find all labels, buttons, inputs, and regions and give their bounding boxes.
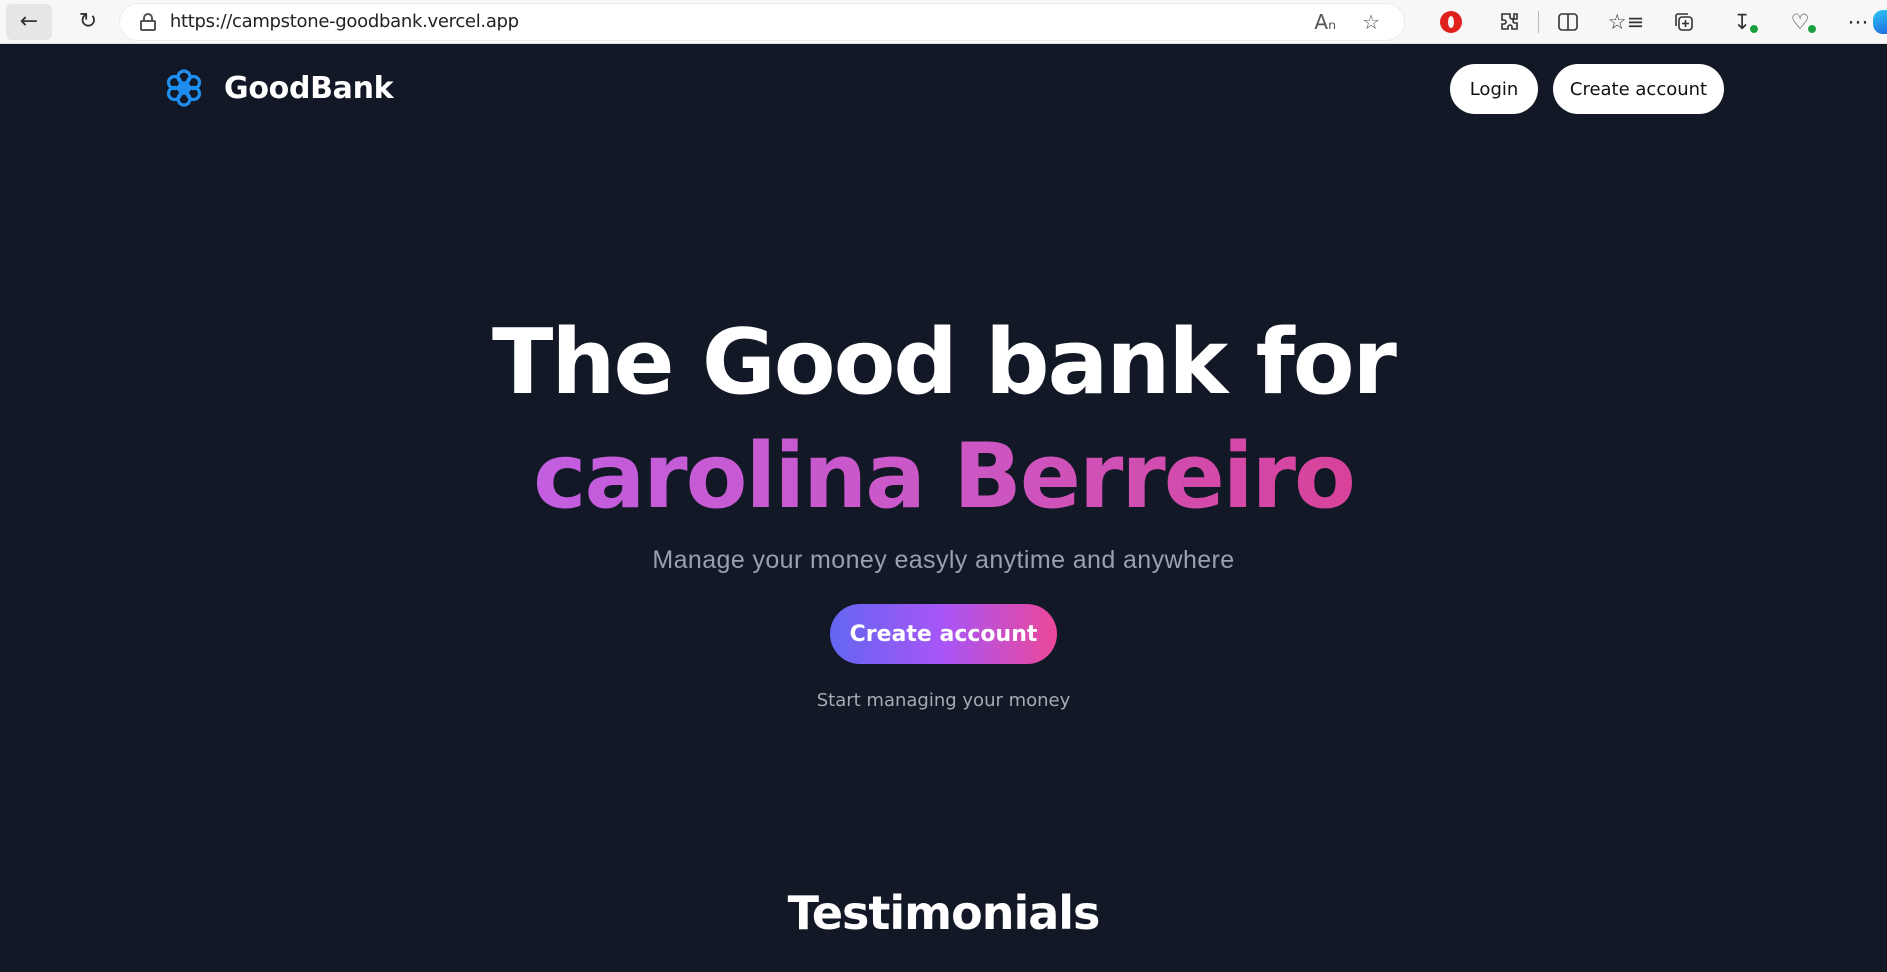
hero-name-wrapper: carolina Berreiro [0, 422, 1887, 532]
browser-toolbar: ← ↻ https://campstone-goodbank.vercel.ap… [0, 0, 1887, 44]
favorite-star-icon[interactable]: ☆ [1362, 10, 1380, 34]
lock-icon[interactable] [139, 12, 156, 31]
address-bar[interactable]: https://campstone-goodbank.vercel.app Aₙ… [119, 3, 1404, 40]
url-text[interactable]: https://campstone-goodbank.vercel.app [170, 11, 519, 32]
login-button[interactable]: Login [1450, 64, 1538, 114]
create-account-nav-button[interactable]: Create account [1553, 64, 1724, 114]
cta-caption: Start managing your money [816, 690, 1071, 711]
hero-headline: The Good bank for [492, 310, 1397, 415]
create-account-button[interactable]: Create account [830, 604, 1057, 664]
split-screen-icon[interactable] [1539, 4, 1597, 40]
opera-icon[interactable] [1422, 4, 1480, 40]
site-navbar: GoodBank Login Create account [0, 44, 1887, 134]
extensions-icon[interactable] [1480, 4, 1538, 40]
collections-icon[interactable] [1655, 4, 1713, 40]
health-icon[interactable]: ♡ [1771, 4, 1829, 40]
copilot-icon[interactable] [1873, 10, 1887, 34]
favorites-icon[interactable]: ☆≡ [1597, 4, 1655, 40]
downloads-icon[interactable]: ↧ [1713, 4, 1771, 40]
hero-subtitle: Manage your money easyly anytime and any… [652, 546, 1235, 574]
testimonials-title: Testimonials [787, 886, 1101, 940]
page-body: GoodBank Login Create account The Good b… [0, 44, 1887, 972]
hero-user-name: carolina Berreiro [533, 424, 1356, 529]
back-arrow-icon[interactable]: ← [6, 3, 52, 40]
read-aloud-icon[interactable]: Aₙ [1314, 10, 1336, 34]
brand-name: GoodBank [224, 70, 394, 106]
reload-icon[interactable]: ↻ [66, 4, 110, 40]
brand-logo[interactable]: GoodBank [164, 68, 394, 108]
flower-logo-icon [166, 69, 202, 107]
